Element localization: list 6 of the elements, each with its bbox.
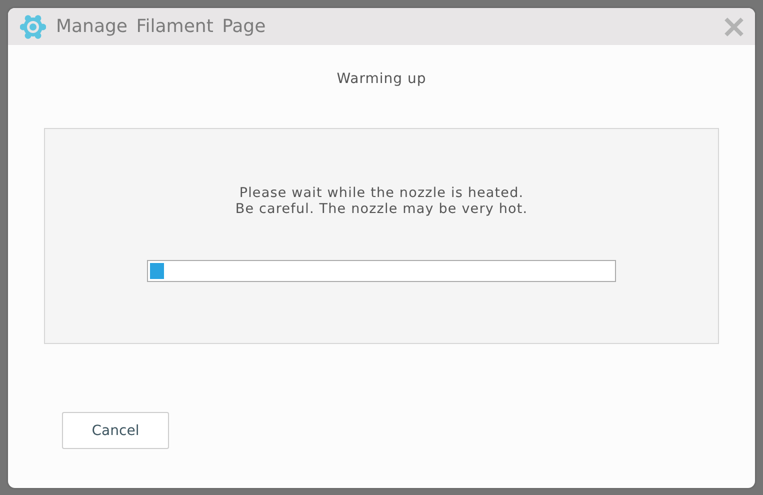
cancel-button[interactable]: Cancel xyxy=(62,412,169,449)
status-heading: Warming up xyxy=(336,71,428,87)
gear-icon xyxy=(20,14,46,40)
message-text: Please wait while the nozzle is heated. Be careful. The nozzle may be very hot. xyxy=(235,185,528,217)
window-title: Manage Filament Page xyxy=(56,16,267,37)
close-button[interactable] xyxy=(723,16,745,38)
